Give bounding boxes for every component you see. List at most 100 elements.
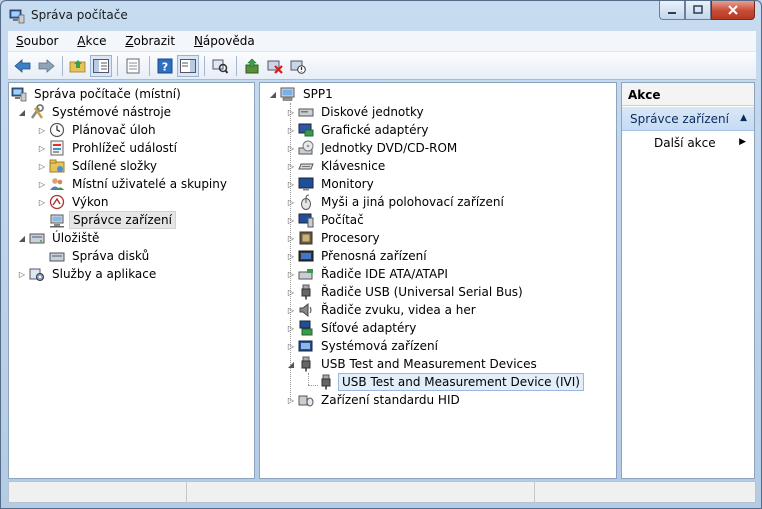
expanded-arrow-icon[interactable]: ◢ bbox=[17, 107, 27, 117]
properties-button[interactable] bbox=[209, 55, 231, 77]
title-bar[interactable]: Správa počítače bbox=[1, 1, 761, 31]
collapsed-arrow-icon[interactable]: ▷ bbox=[286, 161, 296, 171]
clock-icon bbox=[49, 122, 65, 138]
tree-connector bbox=[308, 385, 318, 386]
window-controls bbox=[659, 1, 755, 21]
tree-item-storage[interactable]: ◢ Úložiště bbox=[17, 229, 102, 247]
expanded-arrow-icon[interactable]: ◢ bbox=[17, 233, 27, 243]
menu-akce[interactable]: Akce bbox=[69, 31, 113, 48]
update-driver-button[interactable] bbox=[241, 55, 263, 77]
tree-item-performance[interactable]: ▷ Výkon bbox=[37, 193, 111, 211]
performance-icon bbox=[49, 194, 65, 210]
collapsed-arrow-icon[interactable]: ▷ bbox=[286, 251, 296, 261]
collapsed-arrow-icon[interactable]: ▷ bbox=[286, 323, 296, 333]
device-category-disk-drives[interactable]: ▷ Diskové jednotky bbox=[286, 103, 427, 121]
back-button[interactable] bbox=[12, 55, 34, 77]
device-category-label: Řadiče USB (Universal Serial Bus) bbox=[321, 285, 523, 299]
collapsed-arrow-icon[interactable]: ▷ bbox=[286, 107, 296, 117]
svg-text:?: ? bbox=[162, 60, 168, 73]
tree-item-shared-folders[interactable]: ▷ Sdílené složky bbox=[37, 157, 160, 175]
navigation-tree-pane[interactable]: Správa počítače (místní) ◢ Systémové nás… bbox=[8, 82, 255, 479]
device-root-label: SPP1 bbox=[303, 87, 333, 101]
tree-item-local-users[interactable]: ▷ Místní uživatelé a skupiny bbox=[37, 175, 230, 193]
collapsed-arrow-icon[interactable]: ▷ bbox=[286, 215, 296, 225]
device-category-label: Myši a jiná polohovací zařízení bbox=[321, 195, 504, 209]
menu-napoveda[interactable]: Nápověda bbox=[186, 31, 262, 48]
device-category-dvd-cdrom[interactable]: ▷ Jednotky DVD/CD-ROM bbox=[286, 139, 460, 157]
tree-item-label: Úložiště bbox=[52, 231, 100, 245]
shared-folder-icon bbox=[49, 158, 65, 174]
tree-item-label: Služby a aplikace bbox=[52, 267, 157, 281]
device-category-network-adapters[interactable]: ▷ Síťové adaptéry bbox=[286, 319, 419, 337]
tree-item-event-viewer[interactable]: ▷ Prohlížeč událostí bbox=[37, 139, 180, 157]
device-category-label: USB Test and Measurement Devices bbox=[321, 357, 537, 371]
device-usb-test-measurement-ivi[interactable]: USB Test and Measurement Device (IVI) bbox=[318, 373, 584, 391]
device-category-label: Zařízení standardu HID bbox=[321, 393, 460, 407]
collapsed-arrow-icon[interactable]: ▷ bbox=[37, 179, 47, 189]
forward-button[interactable] bbox=[35, 55, 57, 77]
device-category-label: Síťové adaptéry bbox=[321, 321, 417, 335]
expanded-arrow-icon[interactable]: ◢ bbox=[268, 89, 278, 99]
tree-item-root[interactable]: Správa počítače (místní) bbox=[11, 85, 184, 103]
collapsed-arrow-icon[interactable]: ▷ bbox=[37, 161, 47, 171]
collapsed-arrow-icon[interactable]: ▷ bbox=[286, 269, 296, 279]
device-manager-icon bbox=[49, 212, 65, 228]
device-category-usb-controllers[interactable]: ▷ Řadiče USB (Universal Serial Bus) bbox=[286, 283, 526, 301]
collapsed-arrow-icon[interactable]: ▷ bbox=[286, 305, 296, 315]
device-category-mice[interactable]: ▷ Myši a jiná polohovací zařízení bbox=[286, 193, 507, 211]
collapsed-arrow-icon[interactable]: ▷ bbox=[37, 197, 47, 207]
up-button[interactable] bbox=[67, 55, 89, 77]
collapsed-arrow-icon[interactable]: ▷ bbox=[17, 269, 27, 279]
actions-section-device-manager[interactable]: Správce zařízení ▲ bbox=[622, 107, 754, 131]
collapsed-arrow-icon[interactable]: ▷ bbox=[286, 287, 296, 297]
tree-item-disk-management[interactable]: Správa disků bbox=[49, 247, 152, 265]
tree-item-system-tools[interactable]: ◢ Systémové nástroje bbox=[17, 103, 174, 121]
collapsed-arrow-icon[interactable]: ▷ bbox=[286, 143, 296, 153]
collapsed-arrow-icon[interactable]: ▷ bbox=[286, 197, 296, 207]
collapsed-arrow-icon[interactable]: ▷ bbox=[286, 233, 296, 243]
collapsed-arrow-icon[interactable]: ▷ bbox=[37, 143, 47, 153]
device-category-label: Diskové jednotky bbox=[321, 105, 424, 119]
device-root[interactable]: ◢ SPP1 bbox=[268, 85, 336, 103]
device-category-keyboards[interactable]: ▷ Klávesnice bbox=[286, 157, 388, 175]
collapsed-arrow-icon[interactable]: ▷ bbox=[37, 125, 47, 135]
device-category-computer[interactable]: ▷ Počítač bbox=[286, 211, 367, 229]
collapsed-arrow-icon[interactable]: ▷ bbox=[286, 395, 296, 405]
computer-icon bbox=[280, 86, 296, 102]
device-category-processors[interactable]: ▷ Procesory bbox=[286, 229, 383, 247]
disable-button[interactable] bbox=[287, 55, 309, 77]
device-category-display-adapters[interactable]: ▷ Grafické adaptéry bbox=[286, 121, 432, 139]
uninstall-button[interactable] bbox=[264, 55, 286, 77]
usb-icon bbox=[318, 374, 334, 390]
tree-item-label: Systémové nástroje bbox=[52, 105, 172, 119]
device-category-sound-controllers[interactable]: ▷ Řadiče zvuku, videa a her bbox=[286, 301, 479, 319]
menu-soubor[interactable]: Soubor bbox=[8, 31, 65, 48]
tree-item-task-scheduler[interactable]: ▷ Plánovač úloh bbox=[37, 121, 159, 139]
forward-icon bbox=[38, 58, 55, 73]
tree-item-device-manager[interactable]: Správce zařízení bbox=[49, 211, 176, 229]
maximize-button[interactable] bbox=[685, 1, 711, 20]
device-category-system-devices[interactable]: ▷ Systémová zařízení bbox=[286, 337, 441, 355]
maximize-icon bbox=[693, 5, 703, 14]
more-actions-item[interactable]: Další akce ▶ bbox=[622, 133, 754, 153]
export-list-button[interactable] bbox=[122, 55, 144, 77]
help-icon: ? bbox=[157, 58, 173, 73]
device-category-hid[interactable]: ▷ Zařízení standardu HID bbox=[286, 391, 463, 409]
collapsed-arrow-icon[interactable]: ▷ bbox=[286, 125, 296, 135]
minimize-button[interactable] bbox=[659, 1, 685, 20]
device-category-ide-controllers[interactable]: ▷ Řadiče IDE ATA/ATAPI bbox=[286, 265, 451, 283]
device-category-monitors[interactable]: ▷ Monitory bbox=[286, 175, 377, 193]
collapsed-arrow-icon[interactable]: ▷ bbox=[286, 179, 296, 189]
show-hide-tree-button[interactable] bbox=[90, 54, 112, 77]
help-button[interactable]: ? bbox=[154, 55, 176, 77]
menu-zobrazit[interactable]: Zobrazit bbox=[117, 31, 182, 48]
expanded-arrow-icon[interactable]: ◢ bbox=[286, 359, 296, 369]
device-category-portable-devices[interactable]: ▷ Přenosná zařízení bbox=[286, 247, 430, 265]
collapsed-arrow-icon[interactable]: ▷ bbox=[286, 341, 296, 351]
device-tree-pane[interactable]: ◢ SPP1 ▷ Diskové jednotky ▷ Grafické ada… bbox=[259, 82, 617, 479]
show-hide-action-pane-button[interactable] bbox=[177, 54, 199, 77]
close-button[interactable] bbox=[711, 1, 755, 20]
tree-item-services-apps[interactable]: ▷ Služby a aplikace bbox=[17, 265, 159, 283]
device-category-usb-test-measurement[interactable]: ◢ USB Test and Measurement Devices bbox=[286, 355, 540, 373]
computer-icon bbox=[298, 212, 314, 228]
